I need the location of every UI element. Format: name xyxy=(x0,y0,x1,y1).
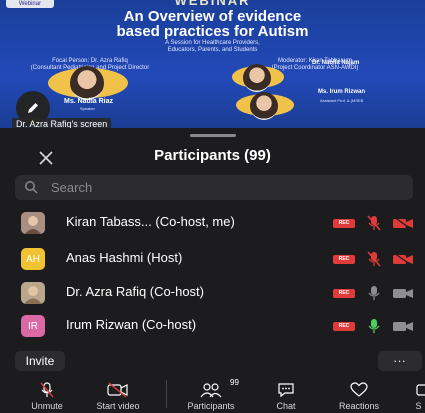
avatar-photo-icon xyxy=(21,282,45,304)
speaker1-photo xyxy=(70,66,104,100)
chat-icon xyxy=(278,383,294,398)
participant-name: Dr. Azra Rafiq (Co-host) xyxy=(66,284,204,299)
speaker3-role: Assistant Prof. & (MSEB xyxy=(320,98,364,103)
rec-badge: REC xyxy=(333,255,355,264)
participant-name: Irum Rizwan (Co-host) xyxy=(66,317,197,332)
speaker2-photo xyxy=(243,64,271,92)
webinar-subtitle-line2: Educators, Parents, and Students xyxy=(167,47,258,53)
invite-button[interactable]: Invite xyxy=(15,351,65,371)
pencil-icon xyxy=(28,103,38,113)
start-video-label: Start video xyxy=(96,401,140,411)
unmute-button[interactable]: Unmute xyxy=(22,378,72,413)
rec-badge: REC xyxy=(333,289,355,298)
panel-title: Participants (99) xyxy=(154,147,271,164)
video-off-icon xyxy=(393,217,413,229)
mic-muted-icon xyxy=(367,215,381,231)
participants-panel: Participants (99) Search Kiran Tabass...… xyxy=(0,128,425,413)
mic-active-icon xyxy=(368,319,380,333)
avatar: AH xyxy=(21,248,45,270)
unmute-label: Unmute xyxy=(31,401,63,411)
heart-icon xyxy=(350,382,368,397)
video-off-icon xyxy=(107,382,128,398)
avatar xyxy=(21,212,45,234)
chat-button[interactable]: Chat xyxy=(268,378,304,413)
mic-icon xyxy=(368,286,380,300)
search-icon xyxy=(25,181,38,194)
meeting-toolbar: Unmute Start video Participants 99 Chat … xyxy=(0,378,425,413)
speaker3-name: Ms. Irum Rizwan xyxy=(318,89,366,95)
participants-count-badge: 99 xyxy=(230,378,239,387)
participant-name: Kiran Tabass... (Co-host, me) xyxy=(66,214,235,229)
drag-handle[interactable] xyxy=(190,134,236,137)
webinar-title-line2: based practices for Autism xyxy=(116,23,309,40)
participant-name: Anas Hashmi (Host) xyxy=(66,250,183,265)
search-input[interactable]: Search xyxy=(15,175,413,200)
toolbar-divider xyxy=(166,380,167,408)
participants-label: Participants xyxy=(187,401,235,411)
webinar-subtitle-line1: A Session for Healthcare Providers, xyxy=(165,40,260,46)
start-video-button[interactable]: Start video xyxy=(86,378,150,413)
participants-icon xyxy=(200,383,222,398)
share-icon xyxy=(416,384,425,396)
focal-label: Focal Person: Dr. Azra Rafiq xyxy=(52,58,128,64)
participant-row[interactable]: Dr. Azra Rafiq (Co-host) REC xyxy=(0,279,425,307)
search-placeholder: Search xyxy=(51,180,93,195)
rec-badge: REC xyxy=(333,219,355,228)
reactions-label: Reactions xyxy=(338,401,380,411)
more-options-button[interactable]: ... xyxy=(378,351,422,371)
webinar-heading: WEBINAR xyxy=(174,0,251,8)
speaker2-name: Dr. Nabila Najam xyxy=(312,60,360,66)
participant-row[interactable]: AH Anas Hashmi (Host) REC xyxy=(0,245,425,273)
video-off-icon xyxy=(393,253,413,265)
avatar xyxy=(21,282,45,304)
reactions-button[interactable]: Reactions xyxy=(330,378,388,413)
rec-badge: REC xyxy=(333,322,355,331)
avatar: IR xyxy=(21,315,45,337)
speaker3-photo xyxy=(250,92,278,120)
mic-muted-icon xyxy=(40,382,54,398)
share-button[interactable]: S xyxy=(412,378,425,413)
video-off-icon xyxy=(393,289,413,298)
speaker1-role: Speaker xyxy=(80,106,95,111)
share-label: S xyxy=(415,401,422,411)
chat-label: Chat xyxy=(276,401,296,411)
webinar-subtitle: A Session for Healthcare Providers, Educ… xyxy=(0,40,425,54)
participant-row[interactable]: Kiran Tabass... (Co-host, me) REC xyxy=(0,209,425,237)
avatar-photo-icon xyxy=(21,212,45,234)
video-off-icon xyxy=(393,322,413,331)
webinar-title: An Overview of evidence based practices … xyxy=(0,9,425,39)
webinar-title-line1: An Overview of evidence xyxy=(123,8,302,25)
shared-screen: Webinar WEBINAR An Overview of evidence … xyxy=(0,0,425,128)
participant-row[interactable]: IR Irum Rizwan (Co-host) REC xyxy=(0,312,425,340)
mic-muted-icon xyxy=(367,251,381,267)
speaker1-name: Ms. Nadia Riaz xyxy=(64,98,114,105)
